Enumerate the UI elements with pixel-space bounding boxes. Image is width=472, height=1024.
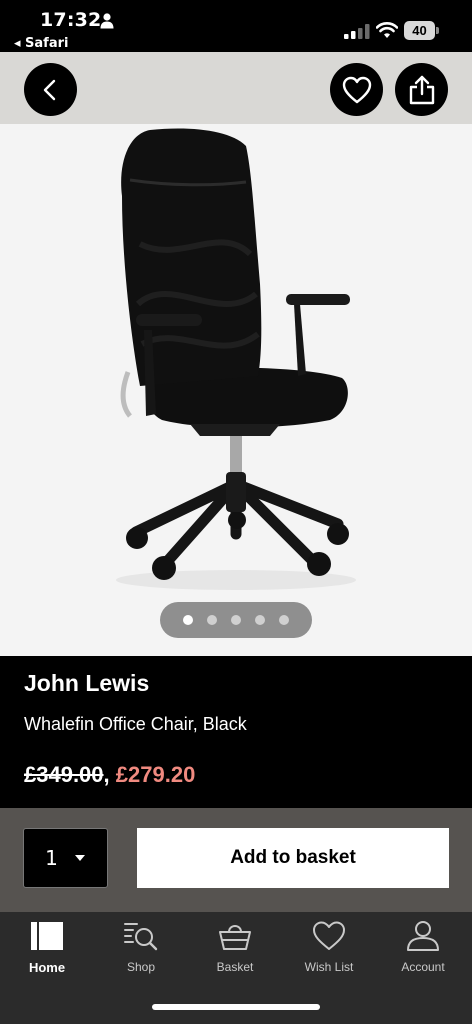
- tab-account[interactable]: Account: [376, 920, 470, 990]
- shop-search-icon: [124, 923, 158, 951]
- cellular-signal-icon: [344, 24, 370, 39]
- battery-tip: [436, 27, 439, 34]
- battery-indicator: 40: [404, 21, 439, 40]
- share-icon: [409, 75, 434, 104]
- price-separator: ,: [103, 762, 110, 787]
- status-time: 17:32: [40, 9, 102, 31]
- tab-label: Wish List: [304, 960, 354, 974]
- basket-icon: [219, 925, 251, 950]
- brand-name: John Lewis: [24, 670, 150, 696]
- person-icon: [100, 13, 114, 29]
- carousel-dot[interactable]: [231, 615, 241, 625]
- add-to-wishlist-button[interactable]: [330, 63, 383, 116]
- heart-icon: [342, 76, 371, 103]
- wifi-icon: [376, 22, 398, 38]
- product-image[interactable]: [0, 124, 472, 656]
- back-to-safari-link[interactable]: ◂ Safari: [14, 36, 68, 51]
- add-to-basket-button[interactable]: Add to basket: [137, 828, 449, 888]
- tab-label: Basket: [216, 960, 254, 974]
- image-carousel-indicator[interactable]: [160, 602, 312, 638]
- price-row: £349.00, £279.20: [24, 762, 195, 788]
- quantity-value: 1: [45, 846, 58, 870]
- heart-icon: [313, 921, 345, 950]
- top-nav: [0, 52, 472, 124]
- tab-label: Shop: [126, 960, 156, 974]
- status-bar: 17:32 ◂ Safari 40: [0, 0, 472, 52]
- office-chair-image: [116, 128, 356, 590]
- home-icon: [31, 922, 63, 950]
- carousel-dot[interactable]: [207, 615, 217, 625]
- account-icon: [407, 921, 439, 951]
- home-indicator[interactable]: [152, 1004, 320, 1010]
- chevron-left-icon: [43, 79, 55, 100]
- back-button[interactable]: [24, 63, 77, 116]
- tab-basket[interactable]: Basket: [188, 920, 282, 990]
- caret-down-icon: [74, 855, 85, 861]
- purchase-bar: 1 Add to basket: [0, 808, 472, 912]
- carousel-dot[interactable]: [279, 615, 289, 625]
- tab-shop[interactable]: Shop: [94, 920, 188, 990]
- tab-label: Account: [401, 960, 445, 974]
- original-price: £349.00: [24, 762, 104, 787]
- battery-level: 40: [404, 21, 435, 40]
- quantity-select[interactable]: 1: [23, 828, 108, 888]
- carousel-dot[interactable]: [255, 615, 265, 625]
- share-button[interactable]: [395, 63, 448, 116]
- tab-label: Home: [28, 960, 66, 975]
- carousel-dot[interactable]: [183, 615, 193, 625]
- product-title: Whalefin Office Chair, Black: [24, 714, 247, 734]
- tab-wishlist[interactable]: Wish List: [282, 920, 376, 990]
- sale-price: £279.20: [115, 762, 196, 787]
- tab-home[interactable]: Home: [0, 920, 94, 990]
- product-info: John Lewis Whalefin Office Chair, Black …: [0, 656, 472, 808]
